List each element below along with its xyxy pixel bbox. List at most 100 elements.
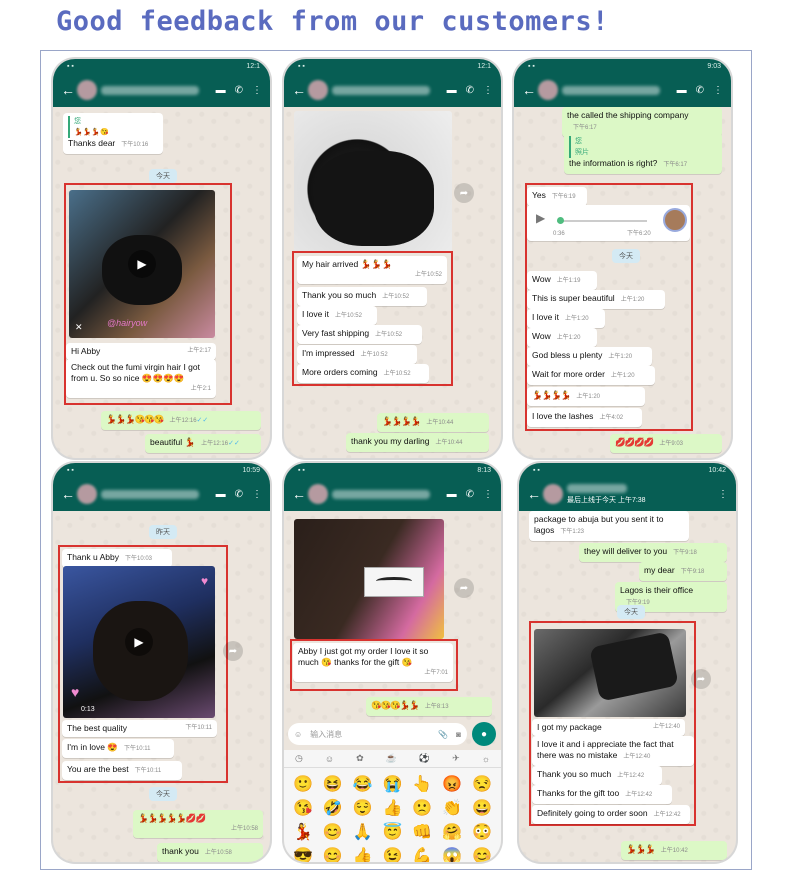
- message-bubble[interactable]: 💃💃💃💃 上午1:20: [527, 387, 645, 406]
- message-bubble[interactable]: Very fast shipping 上午10:52: [297, 325, 422, 344]
- voice-message[interactable]: ▶ 0:36 下午6:20: [527, 205, 690, 241]
- phone-call-icon[interactable]: ✆: [235, 489, 243, 500]
- emoji-category-bar[interactable]: ◷ ☺ ✿ ☕ ⚽ ✈ ☼: [284, 750, 501, 768]
- emoji-key[interactable]: 😀: [469, 798, 495, 818]
- message-bubble[interactable]: I'm impressed 上午10:52: [297, 345, 417, 364]
- forward-icon[interactable]: ➦: [454, 578, 474, 598]
- contact-avatar[interactable]: [538, 80, 558, 100]
- emoji-key[interactable]: 💪: [409, 846, 435, 862]
- emoji-key[interactable]: 😌: [350, 798, 376, 818]
- emoji-key[interactable]: 😭: [380, 774, 406, 794]
- message-bubble[interactable]: More orders coming 上午10:52: [297, 364, 429, 383]
- emoji-key[interactable]: 😳: [469, 822, 495, 842]
- message-bubble[interactable]: 您照片 the information is right? 下午6:17: [564, 133, 722, 174]
- contact-name-blurred[interactable]: x: [101, 85, 199, 95]
- emoji-key[interactable]: 😇: [380, 822, 406, 842]
- contact-name-blurred[interactable]: x: [567, 483, 627, 493]
- menu-dots-icon[interactable]: ⋮: [483, 489, 493, 500]
- message-bubble[interactable]: my dear 下午9:18: [639, 562, 727, 581]
- video-call-icon[interactable]: ▬: [447, 489, 457, 500]
- emoji-key[interactable]: 😱: [439, 846, 465, 862]
- message-bubble[interactable]: package to abuja but you sent it to lago…: [529, 511, 689, 541]
- emoji-key[interactable]: 🙁: [409, 798, 435, 818]
- message-bubble[interactable]: Thank you so much 上午10:52: [297, 287, 427, 306]
- forward-icon[interactable]: ➦: [223, 641, 243, 661]
- message-bubble[interactable]: I love it 上午10:52: [297, 306, 377, 325]
- back-arrow-icon[interactable]: ←: [61, 486, 75, 502]
- emoji-key[interactable]: 👍: [380, 798, 406, 818]
- emoji-key[interactable]: 🤣: [320, 798, 346, 818]
- message-bubble[interactable]: My hair arrived 💃💃💃 上午10:52: [297, 256, 447, 284]
- phone-call-icon[interactable]: ✆: [235, 85, 243, 96]
- food-tab-icon[interactable]: ☕: [386, 753, 397, 764]
- animal-tab-icon[interactable]: ✿: [356, 753, 364, 764]
- travel-tab-icon[interactable]: ✈: [452, 753, 460, 764]
- message-bubble[interactable]: Abby I just got my order I love it so mu…: [293, 643, 453, 682]
- smiley-tab-icon[interactable]: ☺: [325, 754, 334, 764]
- message-bubble[interactable]: 💃💃💃💃💃💋💋 上午10:58: [133, 810, 263, 838]
- message-input[interactable]: ☺ 输入消息 📎 ◙: [288, 723, 467, 745]
- contact-name-blurred[interactable]: x: [332, 85, 430, 95]
- message-bubble[interactable]: they will deliver to you 下午9:18: [579, 543, 727, 562]
- menu-dots-icon[interactable]: ⋮: [483, 85, 493, 96]
- message-bubble[interactable]: 💃💃💃 上午10:42: [621, 841, 727, 860]
- video-call-icon[interactable]: ▬: [447, 85, 457, 96]
- emoji-key[interactable]: 👏: [439, 798, 465, 818]
- emoji-key[interactable]: 😒: [469, 774, 495, 794]
- emoji-key[interactable]: 🙂: [290, 774, 316, 794]
- attach-icon[interactable]: 📎: [438, 730, 448, 739]
- message-bubble[interactable]: I love the lashes 上午4:02: [527, 408, 642, 427]
- video-call-icon[interactable]: ▬: [216, 85, 226, 96]
- emoji-key[interactable]: 💃: [290, 822, 316, 842]
- emoji-key[interactable]: 😊: [320, 846, 346, 862]
- message-bubble[interactable]: Wow 上午1:20: [527, 328, 597, 347]
- forward-icon[interactable]: ➦: [454, 183, 474, 203]
- back-arrow-icon[interactable]: ←: [522, 82, 536, 98]
- back-arrow-icon[interactable]: ←: [292, 82, 306, 98]
- contact-avatar[interactable]: [308, 484, 328, 504]
- photo-package[interactable]: [534, 629, 686, 717]
- emoji-key[interactable]: 🤗: [439, 822, 465, 842]
- contact-avatar[interactable]: [77, 80, 97, 100]
- message-bubble[interactable]: This is super beautiful 上午1:20: [527, 290, 665, 309]
- message-bubble[interactable]: 💋💋💋💋 上午9:03: [610, 434, 722, 453]
- contact-avatar[interactable]: [308, 80, 328, 100]
- message-bubble[interactable]: I'm in love 😍 下午10:11: [62, 739, 174, 758]
- video-call-icon[interactable]: ▬: [216, 489, 226, 500]
- emoji-key[interactable]: 🙏: [350, 822, 376, 842]
- emoji-key[interactable]: 😊: [320, 822, 346, 842]
- emoji-key[interactable]: 😘: [290, 798, 316, 818]
- contact-name-blurred[interactable]: x: [332, 489, 430, 499]
- contact-name-blurred[interactable]: x: [101, 489, 199, 499]
- video-call-icon[interactable]: ▬: [677, 85, 687, 96]
- photo-package-with-lashes[interactable]: [294, 519, 444, 639]
- emoji-key[interactable]: 😎: [290, 846, 316, 862]
- message-bubble[interactable]: God bless u plenty 上午1:20: [527, 347, 652, 366]
- emoji-key[interactable]: 😂: [350, 774, 376, 794]
- message-bubble[interactable]: beautiful 💃 上午12:16✓✓: [145, 434, 261, 453]
- message-bubble[interactable]: thank you 上午10:58: [157, 843, 263, 862]
- emoji-key[interactable]: 😆: [320, 774, 346, 794]
- message-bubble[interactable]: Hi Abby 上午2:17: [66, 343, 216, 360]
- forward-icon[interactable]: ➦: [691, 669, 711, 689]
- message-bubble[interactable]: I love it 上午1:20: [527, 309, 605, 328]
- message-bubble[interactable]: Check out the fumi virgin hair I got fro…: [66, 359, 216, 398]
- back-arrow-icon[interactable]: ←: [292, 486, 306, 502]
- message-bubble[interactable]: 💃💃💃💃 上午10:44: [377, 413, 489, 432]
- play-icon[interactable]: ▶: [128, 250, 156, 278]
- message-bubble[interactable]: thank you my darling 上午10:44: [346, 433, 489, 452]
- emoji-key[interactable]: 👍: [350, 846, 376, 862]
- emoji-key[interactable]: 😡: [439, 774, 465, 794]
- message-bubble[interactable]: 💃💃💃😘😘😘 上午12:16✓✓: [101, 411, 261, 430]
- message-bubble[interactable]: I got my package 上午12:40: [532, 719, 685, 736]
- emoji-key[interactable]: 😊: [469, 846, 495, 862]
- play-icon[interactable]: ▶: [536, 212, 545, 224]
- sport-tab-icon[interactable]: ⚽: [419, 753, 430, 764]
- contact-avatar[interactable]: [543, 484, 563, 504]
- emoji-icon[interactable]: ☺: [294, 730, 302, 739]
- camera-icon[interactable]: ◙: [456, 730, 461, 739]
- back-arrow-icon[interactable]: ←: [527, 486, 541, 502]
- message-bubble[interactable]: Yes 下午6:19: [527, 187, 587, 206]
- phone-call-icon[interactable]: ✆: [466, 85, 474, 96]
- message-bubble[interactable]: 😘😘😘💃💃 上午8:13: [366, 697, 492, 716]
